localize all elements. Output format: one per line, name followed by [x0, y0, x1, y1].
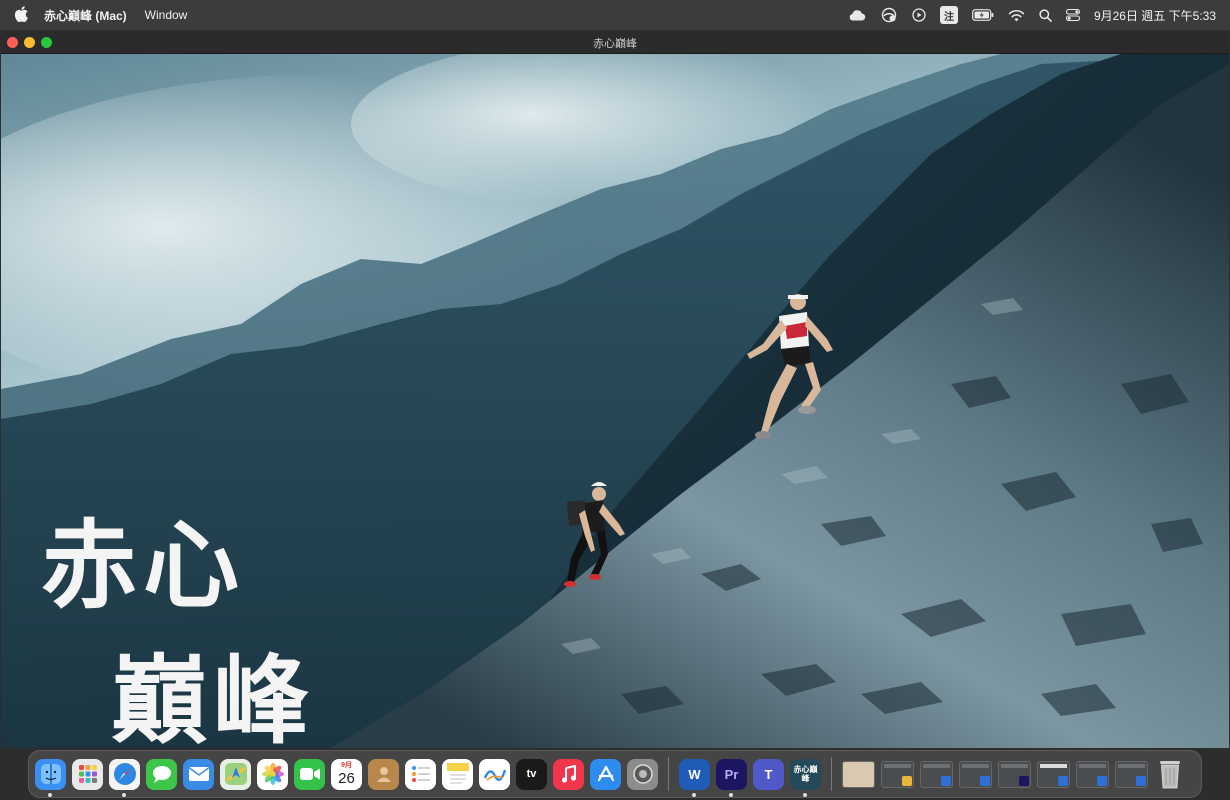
dock-finder-icon[interactable] — [35, 758, 66, 797]
dock-contacts-icon[interactable] — [368, 758, 399, 790]
dock-app-store-icon[interactable] — [590, 758, 621, 790]
dock-notes-icon[interactable] — [442, 758, 473, 790]
dock-minimized-window-8[interactable] — [1115, 760, 1148, 788]
dock-trash-icon[interactable] — [1154, 758, 1185, 791]
app-menu-name[interactable]: 赤心巔峰 (Mac) — [44, 7, 127, 24]
poster-artwork: 赤心 巔峰 — [1, 54, 1229, 748]
dock-minimized-window-7[interactable] — [1076, 760, 1109, 788]
window-titlebar[interactable]: 赤心巔峰 — [1, 32, 1229, 54]
dock-photos-icon[interactable] — [257, 758, 288, 790]
film-app-label: 赤心巔峰 — [793, 765, 818, 783]
dock-minimized-window-5[interactable] — [998, 760, 1031, 788]
dock-separator — [668, 757, 669, 791]
battery-icon[interactable] — [972, 6, 994, 24]
dock-teams-icon[interactable]: T — [753, 758, 784, 790]
dock: 9月 26 tv W Pr T 赤心巔峰 — [28, 750, 1202, 798]
calendar-day-label: 26 — [338, 769, 355, 787]
teams-label: T — [764, 766, 773, 782]
dock-minimized-window-3[interactable] — [920, 760, 953, 788]
poster-title-line1: 赤心 — [41, 509, 245, 622]
dock-music-icon[interactable] — [553, 758, 584, 790]
spotlight-search-icon[interactable] — [1039, 6, 1052, 24]
dock-separator-2 — [831, 757, 832, 791]
dock-freeform-icon[interactable] — [479, 758, 510, 790]
word-label: W — [688, 766, 701, 782]
dock-mail-icon[interactable] — [183, 758, 214, 790]
poster-title-line2: 巔峰 — [111, 644, 315, 748]
dock-premiere-pro-icon[interactable]: Pr — [716, 758, 747, 797]
dock-minimized-window-2[interactable] — [881, 760, 914, 788]
app-window: 赤心巔峰 赤心 巔峰 — [1, 32, 1229, 748]
minimize-window-button[interactable] — [24, 37, 35, 48]
menu-bar: 赤心巔峰 (Mac) Window 注 9月26日 週五 下午5:33 — [0, 0, 1230, 30]
tv-label: tv — [526, 768, 537, 780]
dock-tv-icon[interactable]: tv — [516, 758, 547, 790]
apple-menu-icon[interactable] — [0, 5, 44, 25]
dock-maps-icon[interactable] — [220, 758, 251, 790]
play-icon[interactable] — [912, 6, 926, 24]
dock-minimized-window-6[interactable] — [1037, 760, 1070, 788]
dock-minimized-window-4[interactable] — [959, 760, 992, 788]
screen-sharing-icon[interactable] — [880, 6, 898, 24]
dock-word-icon[interactable]: W — [679, 758, 710, 797]
dock-calendar-icon[interactable]: 9月 26 — [331, 758, 362, 790]
fullscreen-window-button[interactable] — [41, 37, 52, 48]
dock-minimized-window-1[interactable] — [842, 760, 875, 788]
dock-safari-icon[interactable] — [109, 758, 140, 797]
icloud-icon[interactable] — [848, 6, 866, 24]
menubar-clock[interactable]: 9月26日 週五 下午5:33 — [1094, 6, 1216, 24]
premiere-label: Pr — [724, 766, 739, 782]
dock-reminders-icon[interactable] — [405, 758, 436, 790]
dock-film-app-icon[interactable]: 赤心巔峰 — [790, 758, 821, 797]
movie-poster: 赤心 巔峰 — [1, 54, 1229, 748]
control-center-icon[interactable] — [1065, 6, 1080, 24]
close-window-button[interactable] — [7, 37, 18, 48]
menu-window[interactable]: Window — [145, 8, 188, 22]
input-method-indicator[interactable]: 注 — [939, 6, 958, 24]
dock-messages-icon[interactable] — [146, 758, 177, 790]
dock-facetime-icon[interactable] — [294, 758, 325, 790]
dock-launchpad-icon[interactable] — [72, 758, 103, 790]
dock-system-settings-icon[interactable] — [627, 758, 658, 790]
window-title: 赤心巔峰 — [593, 37, 637, 50]
calendar-month-label: 9月 — [341, 761, 352, 769]
wifi-icon[interactable] — [1008, 6, 1025, 24]
